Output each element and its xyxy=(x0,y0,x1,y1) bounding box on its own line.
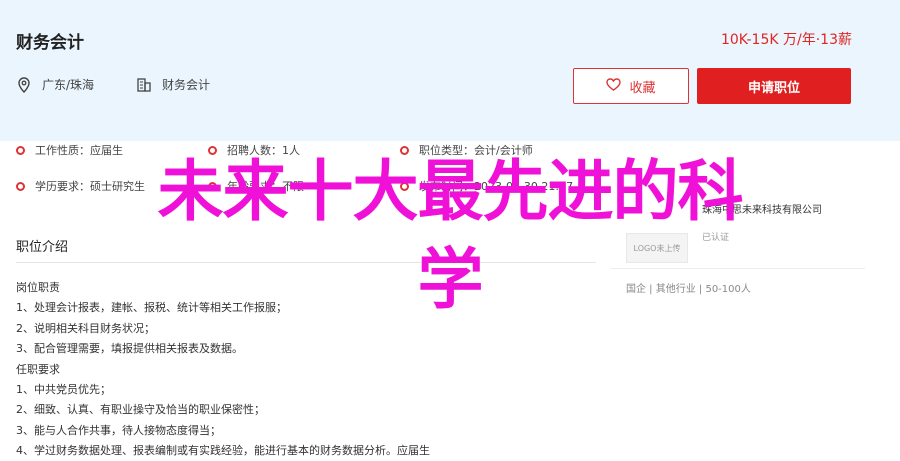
heart-icon xyxy=(606,78,622,94)
location-pin-icon xyxy=(16,76,32,93)
description-line: 3、能与人合作共事，待人接物态度得当； xyxy=(16,423,221,437)
description-line: 1、中共党员优先； xyxy=(16,383,111,397)
watermark-overlay: 未来十大最先进的科 学 xyxy=(0,148,900,324)
watermark-line: 未来十大最先进的科 xyxy=(157,153,744,230)
description-line: 3、配合管理需要，填报提供相关报表及数据。 xyxy=(16,342,243,356)
description-line: 2、细致、认真、有职业操守及恰当的职业保密性； xyxy=(16,403,265,417)
building-icon xyxy=(136,77,152,93)
job-location: 广东/珠海 xyxy=(42,78,95,92)
job-meta-row: 广东/珠海 财务会计 xyxy=(16,76,252,93)
watermark-line: 学 xyxy=(417,241,484,318)
favorite-label: 收藏 xyxy=(629,79,656,95)
description-line: 任职要求 xyxy=(16,362,60,376)
favorite-button[interactable]: 收藏 xyxy=(573,68,689,104)
job-title: 财务会计 xyxy=(16,33,84,53)
job-category: 财务会计 xyxy=(162,78,211,92)
apply-button[interactable]: 申请职位 xyxy=(697,68,851,104)
salary-label: 10K-15K 万/年·13薪 xyxy=(720,32,852,48)
description-line: 4、学过财务数据处理、报表编制或有实践经验，能进行基本的财务数据分析。应届生 xyxy=(16,444,430,458)
